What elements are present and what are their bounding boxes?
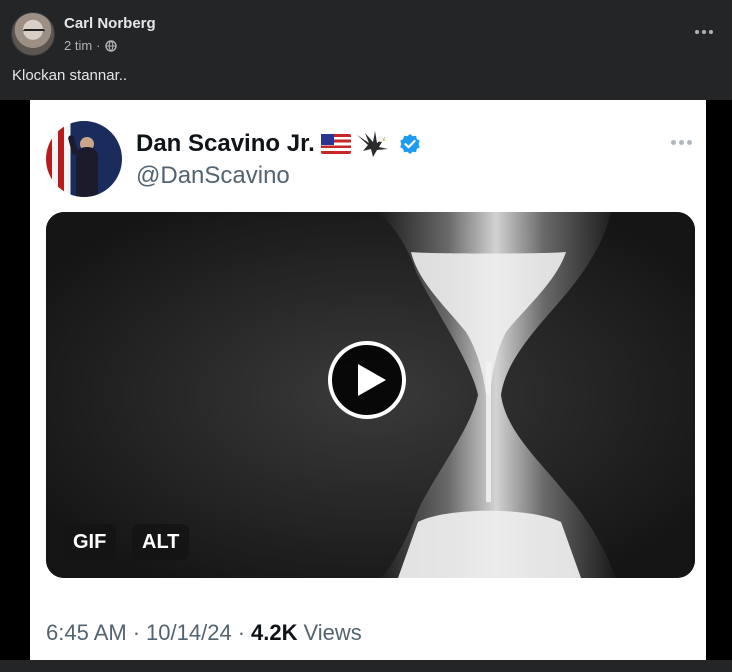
tweet-footer: 6:45 AM · 10/14/24 · 4.2K Views	[46, 620, 362, 646]
avatar-glasses	[23, 29, 45, 34]
tweet-more-icon	[671, 140, 692, 145]
tweet-more-dot	[679, 140, 684, 145]
tweet-screenshot: Dan Scavino Jr. @DanScavino GIF ALT 6:45…	[30, 100, 706, 660]
tweet-handle: @DanScavino	[136, 162, 290, 189]
play-icon	[358, 364, 386, 396]
tweet-time: 6:45 AM	[46, 620, 127, 645]
post-media[interactable]: Dan Scavino Jr. @DanScavino GIF ALT 6:45…	[0, 100, 732, 660]
tweet-date: 10/14/24	[146, 620, 232, 645]
tweet-name-text: Dan Scavino Jr.	[136, 130, 315, 157]
us-flag-icon	[320, 134, 351, 154]
post-meta: 2 tim ·	[64, 38, 117, 53]
meta-separator: ·	[96, 38, 101, 53]
post-time[interactable]: 2 tim	[64, 38, 92, 53]
avatar-person	[76, 147, 98, 197]
post-more-button[interactable]	[690, 20, 718, 44]
play-button[interactable]	[328, 341, 406, 419]
more-dot	[709, 30, 713, 34]
tweet-video[interactable]: GIF ALT	[46, 212, 695, 578]
post-bottom-strip	[0, 660, 732, 672]
more-horizontal-icon	[695, 30, 699, 34]
globe-icon[interactable]	[104, 39, 117, 52]
tweet-more-dot	[687, 140, 692, 145]
tweet-author-name: Dan Scavino Jr.	[136, 129, 421, 159]
author-avatar[interactable]	[11, 12, 55, 56]
views-count: 4.2K	[251, 620, 298, 645]
author-name[interactable]: Carl Norberg	[64, 15, 156, 32]
tweet-more-dot	[671, 140, 676, 145]
post-text: Klockan stannar..	[12, 67, 128, 84]
footer-separator: ·	[132, 620, 141, 645]
more-dot	[702, 30, 706, 34]
views-label: Views	[303, 620, 362, 645]
alt-text-button[interactable]: ALT	[132, 524, 190, 560]
tweet-avatar	[46, 121, 122, 197]
footer-separator: ·	[237, 620, 246, 645]
verified-badge-icon	[399, 134, 420, 154]
post-header: Carl Norberg 2 tim · Klockan stannar..	[0, 0, 732, 100]
gif-badge: GIF	[63, 524, 117, 560]
eagle-icon	[356, 131, 388, 157]
